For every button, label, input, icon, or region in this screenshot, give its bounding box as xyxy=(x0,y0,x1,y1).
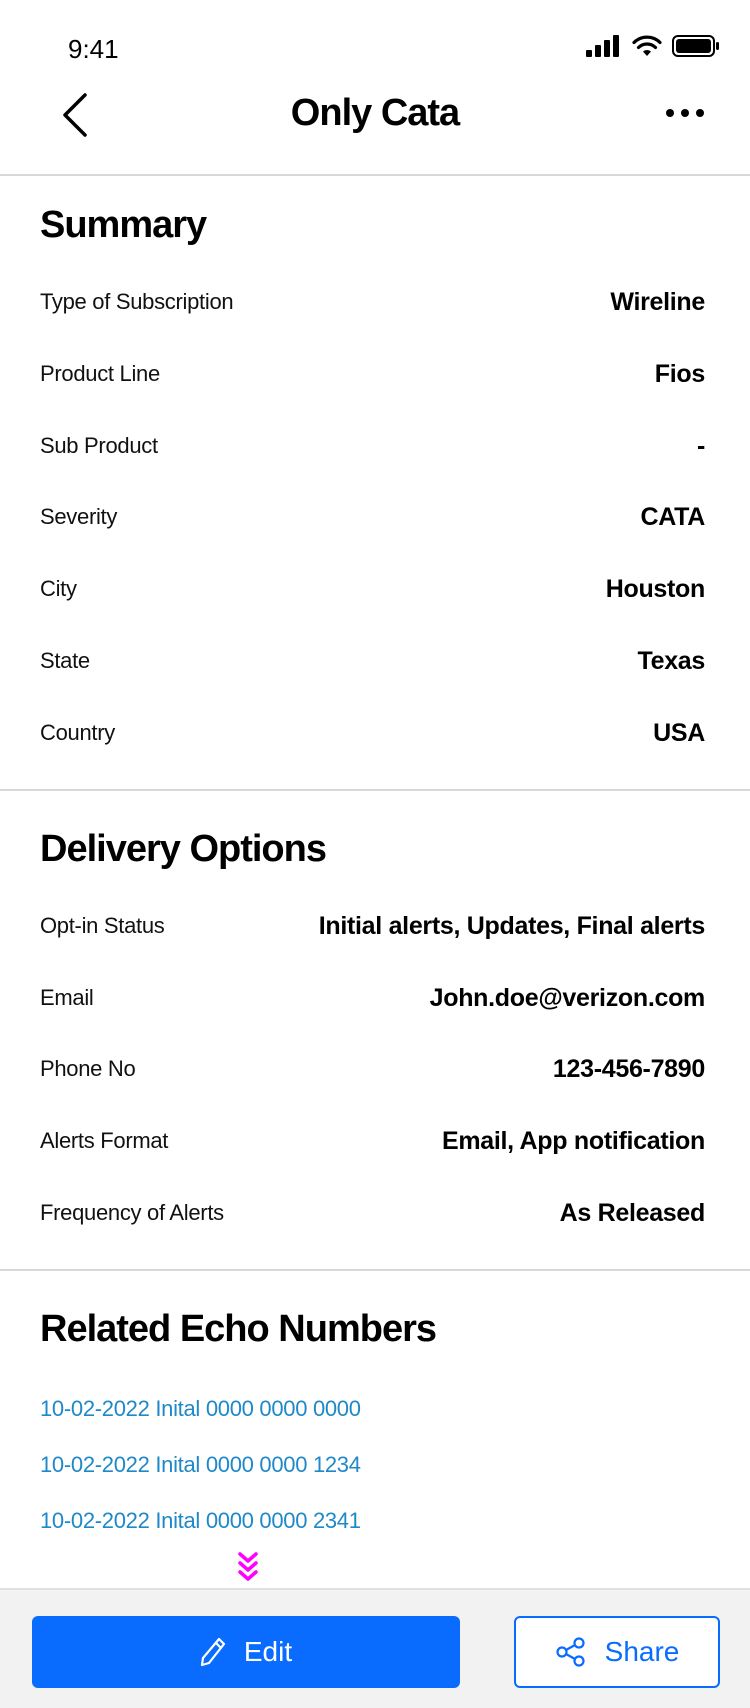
row-label: Type of Subscription xyxy=(40,289,234,314)
status-icons xyxy=(586,34,720,58)
status-bar: 9:41 xyxy=(0,0,750,90)
row-value: Wireline xyxy=(610,287,705,316)
row-label: Opt-in Status xyxy=(40,913,165,938)
row-label: Phone No xyxy=(40,1056,136,1081)
row-value: Initial alerts, Updates, Final alerts xyxy=(318,911,706,940)
row-label: Severity xyxy=(40,504,118,529)
row-value: Email, App notification xyxy=(441,1126,705,1155)
row-label: Country xyxy=(40,720,115,745)
row-value: USA xyxy=(653,718,705,747)
summary-row-sub-product: Sub Product - xyxy=(40,426,705,466)
summary-title: Summary xyxy=(40,204,207,246)
delivery-row-phone: Phone No 123-456-7890 xyxy=(40,1049,705,1089)
more-options-button[interactable] xyxy=(660,98,710,128)
double-chevron-down-icon xyxy=(238,1552,258,1581)
related-echo-numbers-title: Related Echo Numbers xyxy=(40,1308,437,1350)
wifi-icon xyxy=(632,35,662,56)
row-value: John.doe@verizon.com xyxy=(429,983,706,1012)
row-label: Email xyxy=(40,985,94,1010)
share-button-label: Share xyxy=(604,1636,680,1667)
pencil-icon xyxy=(200,1637,225,1667)
row-value: - xyxy=(696,431,705,460)
summary-row-state: State Texas xyxy=(40,641,705,681)
share-button[interactable]: Share xyxy=(514,1616,720,1688)
row-label: City xyxy=(40,576,77,601)
delivery-options-title: Delivery Options xyxy=(40,828,327,870)
battery-icon xyxy=(672,35,719,57)
share-icon xyxy=(556,1637,585,1667)
summary-row-product-line: Product Line Fios xyxy=(40,354,705,394)
cellular-signal-icon xyxy=(586,35,619,57)
row-label: State xyxy=(40,648,90,673)
summary-row-city: City Houston xyxy=(40,569,705,609)
echo-number-link[interactable]: 10-02-2022 Inital 0000 0000 1234 xyxy=(40,1452,361,1478)
page-title: Only Cata xyxy=(290,92,460,134)
row-value: 123-456-7890 xyxy=(552,1054,705,1083)
status-time: 9:41 xyxy=(68,34,119,64)
summary-row-severity: Severity CATA xyxy=(40,497,705,537)
edit-button-label: Edit xyxy=(243,1636,293,1667)
more-horizontal-icon xyxy=(666,109,704,117)
echo-number-link[interactable]: 10-02-2022 Inital 0000 0000 0000 xyxy=(40,1396,361,1422)
summary-row-country: Country USA xyxy=(40,713,705,753)
echo-number-link[interactable]: 10-02-2022 Inital 0000 0000 2341 xyxy=(40,1508,361,1534)
row-label: Alerts Format xyxy=(40,1128,169,1153)
summary-row-subscription-type: Type of Subscription Wireline xyxy=(40,282,705,322)
delivery-row-opt-in-status: Opt-in Status Initial alerts, Updates, F… xyxy=(40,906,705,946)
delivery-row-email: Email John.doe@verizon.com xyxy=(40,978,705,1018)
row-value: Houston xyxy=(605,574,706,603)
row-value: Texas xyxy=(637,646,705,675)
delivery-row-alerts-format: Alerts Format Email, App notification xyxy=(40,1121,705,1161)
bottom-action-bar: Edit Share xyxy=(0,1588,750,1708)
row-value: As Released xyxy=(559,1198,706,1227)
delivery-row-frequency: Frequency of Alerts As Released xyxy=(40,1193,705,1233)
row-value: CATA xyxy=(640,502,705,531)
navigation-bar: Only Cata xyxy=(0,80,750,176)
row-label: Product Line xyxy=(40,361,160,386)
edit-button[interactable]: Edit xyxy=(32,1616,460,1688)
section-divider xyxy=(0,789,750,791)
row-value: Fios xyxy=(654,359,706,388)
row-label: Frequency of Alerts xyxy=(40,1200,224,1225)
section-divider xyxy=(0,1269,750,1271)
row-label: Sub Product xyxy=(40,433,158,458)
